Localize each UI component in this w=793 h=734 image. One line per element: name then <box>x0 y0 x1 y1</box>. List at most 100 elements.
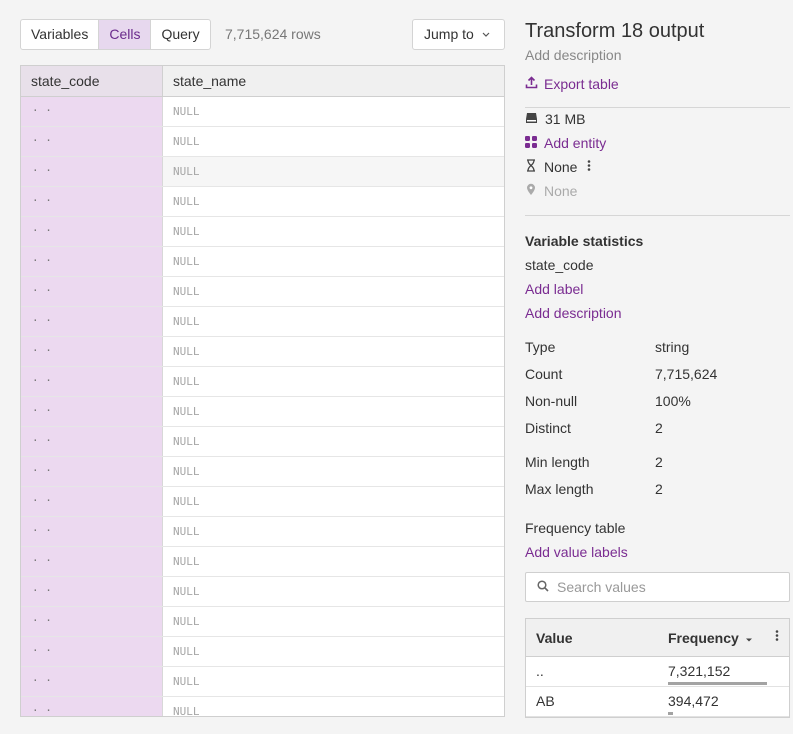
cell-state-code[interactable]: · · <box>21 157 163 186</box>
table-row[interactable]: · · NULL <box>21 427 504 457</box>
jump-to-label: Jump to <box>424 26 474 42</box>
table-row[interactable]: · · NULL <box>21 517 504 547</box>
frequency-sort-button[interactable]: Frequency <box>668 630 753 646</box>
cell-state-code[interactable]: · · <box>21 607 163 636</box>
table-size: 31 MB <box>525 111 585 127</box>
cell-state-code[interactable]: · · <box>21 427 163 456</box>
column-header-state-name[interactable]: state_name <box>163 66 504 96</box>
temporal-coverage: None <box>525 159 591 175</box>
table-row[interactable]: · · NULL <box>21 637 504 667</box>
cell-state-code[interactable]: · · <box>21 397 163 426</box>
frequency-row[interactable]: .. 7,321,152 <box>526 657 789 687</box>
sort-down-icon <box>745 630 753 646</box>
cell-state-name[interactable]: NULL <box>163 337 504 366</box>
chevron-down-icon <box>482 20 490 61</box>
more-vertical-icon[interactable] <box>587 159 591 175</box>
cell-state-name[interactable]: NULL <box>163 277 504 306</box>
cell-state-name[interactable]: NULL <box>163 637 504 666</box>
cell-state-name[interactable]: NULL <box>163 247 504 276</box>
cell-state-code[interactable]: · · <box>21 127 163 156</box>
tab-cells[interactable]: Cells <box>99 20 152 49</box>
cell-state-name[interactable]: NULL <box>163 397 504 426</box>
temporal-value: None <box>544 159 578 175</box>
cell-state-name[interactable]: NULL <box>163 577 504 606</box>
cell-state-name[interactable]: NULL <box>163 487 504 516</box>
cell-state-code[interactable]: · · <box>21 547 163 576</box>
tab-variables[interactable]: Variables <box>21 20 100 49</box>
export-table-button[interactable]: Export table <box>525 76 619 92</box>
cell-state-name[interactable]: NULL <box>163 307 504 336</box>
table-row[interactable]: · · NULL <box>21 487 504 517</box>
cell-state-code[interactable]: · · <box>21 487 163 516</box>
cell-state-code[interactable]: · · <box>21 667 163 696</box>
table-row[interactable]: · · NULL <box>21 337 504 367</box>
tab-query[interactable]: Query <box>151 20 209 49</box>
stat-distinct-label: Distinct <box>525 420 571 436</box>
cell-state-code[interactable]: · · <box>21 187 163 216</box>
table-row[interactable]: · · NULL <box>21 217 504 247</box>
table-row[interactable]: · · NULL <box>21 97 504 127</box>
cell-state-name[interactable]: NULL <box>163 547 504 576</box>
storage-icon <box>525 111 538 127</box>
cell-state-name[interactable]: NULL <box>163 367 504 396</box>
frequency-row-count: 394,472 <box>668 693 719 709</box>
location-pin-icon <box>525 183 537 199</box>
table-row[interactable]: · · NULL <box>21 667 504 697</box>
table-row[interactable]: · · NULL <box>21 187 504 217</box>
frequency-table-header: Value Frequency <box>526 619 789 657</box>
table-row[interactable]: · · NULL <box>21 547 504 577</box>
cell-state-code[interactable]: · · <box>21 577 163 606</box>
cell-state-code[interactable]: · · <box>21 457 163 486</box>
cell-state-name[interactable]: NULL <box>163 457 504 486</box>
cell-state-name[interactable]: NULL <box>163 217 504 246</box>
cell-state-code[interactable]: · · <box>21 277 163 306</box>
search-values-input[interactable] <box>557 579 777 595</box>
frequency-table-title: Frequency table <box>525 520 626 536</box>
table-row[interactable]: · · NULL <box>21 397 504 427</box>
add-table-description[interactable]: Add description <box>525 47 622 63</box>
table-row[interactable]: · · NULL <box>21 457 504 487</box>
cell-state-name[interactable]: NULL <box>163 667 504 696</box>
cell-state-name[interactable]: NULL <box>163 187 504 216</box>
table-row[interactable]: · · NULL <box>21 697 504 716</box>
cell-state-name[interactable]: NULL <box>163 127 504 156</box>
cell-state-code[interactable]: · · <box>21 247 163 276</box>
frequency-row[interactable]: AB 394,472 <box>526 687 789 717</box>
table-row[interactable]: · · NULL <box>21 307 504 337</box>
jump-to-button[interactable]: Jump to <box>412 19 505 50</box>
add-variable-description-link[interactable]: Add description <box>525 305 622 321</box>
stat-type-label: Type <box>525 339 556 355</box>
cell-state-name[interactable]: NULL <box>163 517 504 546</box>
data-grid: state_code state_name · · NULL · · NULL · · N… <box>20 65 505 717</box>
cell-state-name[interactable]: NULL <box>163 697 504 716</box>
table-row[interactable]: · · NULL <box>21 247 504 277</box>
add-entity[interactable]: Add entity <box>525 135 606 151</box>
more-vertical-icon[interactable] <box>775 629 779 645</box>
cell-state-name[interactable]: NULL <box>163 157 504 186</box>
cell-state-name[interactable]: NULL <box>163 427 504 456</box>
cell-state-code[interactable]: · · <box>21 97 163 126</box>
table-row[interactable]: · · NULL <box>21 367 504 397</box>
cell-state-name[interactable]: NULL <box>163 607 504 636</box>
table-row[interactable]: · · NULL <box>21 607 504 637</box>
stat-type-value: string <box>655 339 690 355</box>
table-row[interactable]: · · NULL <box>21 127 504 157</box>
table-row[interactable]: · · NULL <box>21 157 504 187</box>
search-icon <box>537 579 549 595</box>
table-row[interactable]: · · NULL <box>21 277 504 307</box>
frequency-row-count: 7,321,152 <box>668 663 731 679</box>
cell-state-name[interactable]: NULL <box>163 97 504 126</box>
add-label-link[interactable]: Add label <box>525 281 583 297</box>
cell-state-code[interactable]: · · <box>21 367 163 396</box>
cell-state-code[interactable]: · · <box>21 307 163 336</box>
cell-state-code[interactable]: · · <box>21 637 163 666</box>
cell-state-code[interactable]: · · <box>21 517 163 546</box>
stat-max-length-value: 2 <box>655 481 663 497</box>
cell-state-code[interactable]: · · <box>21 217 163 246</box>
cell-state-code[interactable]: · · <box>21 697 163 716</box>
add-value-labels-link[interactable]: Add value labels <box>525 544 628 560</box>
table-row[interactable]: · · NULL <box>21 577 504 607</box>
frequency-row-value: .. <box>536 663 544 679</box>
column-header-state-code[interactable]: state_code <box>21 66 163 96</box>
cell-state-code[interactable]: · · <box>21 337 163 366</box>
